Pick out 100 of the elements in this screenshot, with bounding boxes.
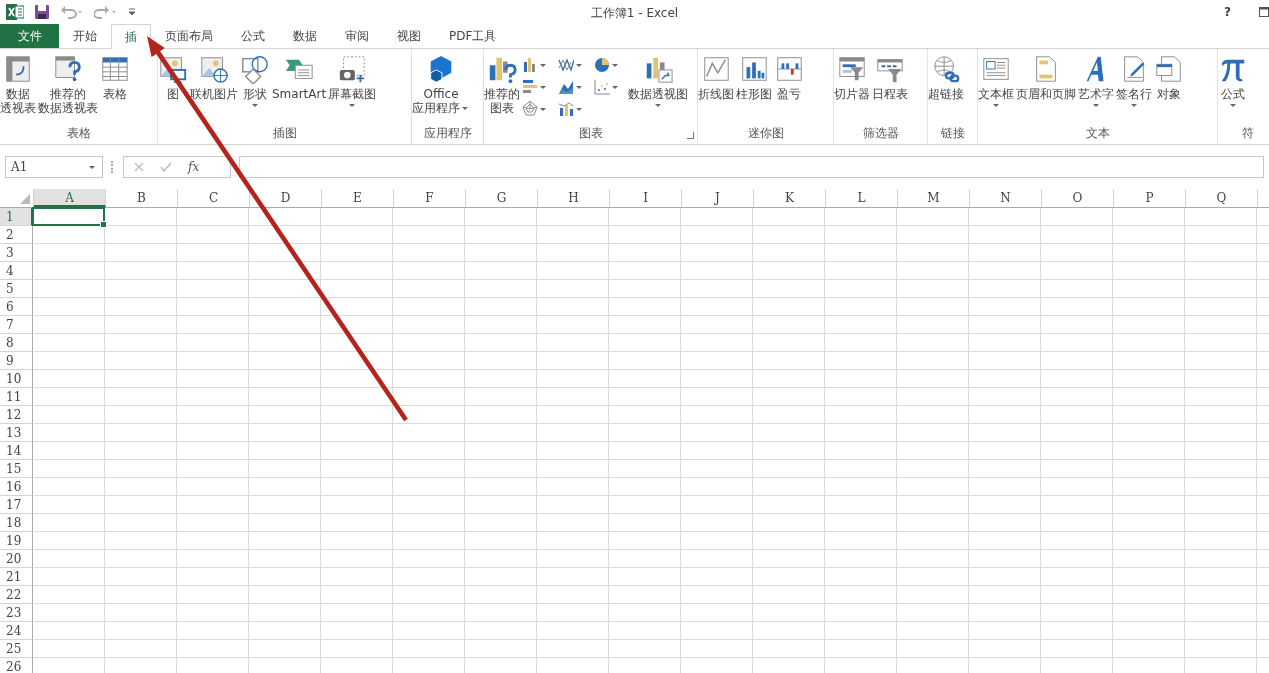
column-header[interactable]: H bbox=[538, 189, 610, 207]
row-header[interactable]: 25 bbox=[0, 640, 33, 658]
column-header[interactable]: K bbox=[754, 189, 826, 207]
selected-cell[interactable] bbox=[32, 207, 105, 226]
row-header[interactable]: 7 bbox=[0, 316, 33, 334]
ribbon-button[interactable]: 推荐的 数据透视表 bbox=[38, 52, 98, 117]
row-header[interactable]: 18 bbox=[0, 514, 33, 532]
line-chart-icon bbox=[558, 56, 574, 74]
ribbon-button[interactable]: 超链接 bbox=[928, 52, 964, 103]
row-header[interactable]: 16 bbox=[0, 478, 33, 496]
column-header[interactable]: A bbox=[34, 189, 106, 207]
column-header[interactable]: J bbox=[682, 189, 754, 207]
column-header[interactable]: I bbox=[610, 189, 682, 207]
ribbon-button[interactable]: 数据 透视表 bbox=[0, 52, 36, 117]
window-restore-icon[interactable] bbox=[1259, 7, 1269, 17]
ribbon-tab[interactable]: 公式 bbox=[227, 24, 279, 48]
ribbon-tab[interactable]: 开始 bbox=[59, 24, 111, 48]
column-header[interactable]: F bbox=[394, 189, 466, 207]
ribbon-button[interactable]: 艺术字 bbox=[1078, 52, 1114, 111]
ribbon-button[interactable]: 数据透视图 bbox=[628, 52, 688, 111]
check-icon[interactable] bbox=[160, 162, 172, 172]
column-header[interactable]: L bbox=[826, 189, 898, 207]
group-label: 图表 bbox=[578, 126, 603, 140]
column-header[interactable]: M bbox=[898, 189, 970, 207]
row-header[interactable]: 20 bbox=[0, 550, 33, 568]
group-label: 符 bbox=[1241, 126, 1254, 140]
help-button[interactable]: ? bbox=[1224, 5, 1231, 19]
group-label: 插图 bbox=[272, 126, 297, 140]
row-header[interactable]: 4 bbox=[0, 262, 33, 280]
save-icon[interactable] bbox=[34, 4, 50, 20]
row-header[interactable]: 17 bbox=[0, 496, 33, 514]
row-header[interactable]: 12 bbox=[0, 406, 33, 424]
ribbon-tab[interactable]: 视图 bbox=[383, 24, 435, 48]
column-header[interactable]: O bbox=[1042, 189, 1114, 207]
ribbon-button[interactable]: 对象 bbox=[1154, 52, 1184, 103]
formula-input[interactable] bbox=[239, 156, 1264, 178]
group-label: 表格 bbox=[66, 126, 91, 140]
column-header[interactable]: E bbox=[322, 189, 394, 207]
column-chart-icon bbox=[522, 56, 538, 74]
insert-function-button[interactable]: fx bbox=[188, 160, 200, 174]
combo-chart-icon bbox=[558, 100, 574, 118]
column-header[interactable]: B bbox=[106, 189, 178, 207]
ribbon-button[interactable]: 页眉和页脚 bbox=[1016, 52, 1076, 103]
row-header[interactable]: 14 bbox=[0, 442, 33, 460]
ribbon-button[interactable]: 折线图 bbox=[698, 52, 734, 103]
row-header[interactable]: 6 bbox=[0, 298, 33, 316]
group-label: 文本 bbox=[1085, 126, 1110, 140]
excel-logo-icon[interactable] bbox=[6, 4, 24, 20]
row-header[interactable]: 26 bbox=[0, 658, 33, 673]
ribbon-button[interactable]: 屏幕截图 bbox=[328, 52, 377, 111]
row-header[interactable]: 3 bbox=[0, 244, 33, 262]
ribbon-tab[interactable]: 插 bbox=[111, 24, 151, 49]
ribbon-button[interactable]: 日程表 bbox=[872, 52, 908, 103]
row-header[interactable]: 9 bbox=[0, 352, 33, 370]
ribbon-button[interactable]: SmartArt bbox=[272, 52, 327, 103]
row-header[interactable]: 15 bbox=[0, 460, 33, 478]
ribbon-button[interactable]: Office 应用程序 bbox=[412, 52, 470, 117]
ribbon-button[interactable]: 公式 bbox=[1218, 52, 1248, 111]
group-label: 筛选器 bbox=[862, 126, 899, 140]
column-header[interactable]: N bbox=[970, 189, 1042, 207]
file-tab[interactable]: 文件 bbox=[0, 24, 59, 48]
row-header[interactable]: 13 bbox=[0, 424, 33, 442]
row-header[interactable]: 22 bbox=[0, 586, 33, 604]
row-header[interactable]: 24 bbox=[0, 622, 33, 640]
hyperlink-icon bbox=[931, 54, 961, 84]
ribbon-button[interactable]: 柱形图 bbox=[736, 52, 772, 103]
customize-toolbar-icon[interactable] bbox=[128, 7, 136, 17]
ribbon-button[interactable]: 联机图片 bbox=[190, 52, 238, 103]
row-header[interactable]: 10 bbox=[0, 370, 33, 388]
ribbon-button[interactable]: 表格 bbox=[100, 52, 130, 103]
ribbon-button[interactable]: 形状 bbox=[240, 52, 270, 111]
ribbon-button[interactable]: 切片器 bbox=[834, 52, 870, 103]
online-picture-icon bbox=[199, 54, 229, 84]
row-header[interactable]: 5 bbox=[0, 280, 33, 298]
row-header[interactable]: 21 bbox=[0, 568, 33, 586]
column-header[interactable]: G bbox=[466, 189, 538, 207]
radar-chart-icon bbox=[522, 100, 538, 118]
shapes-icon bbox=[240, 54, 270, 84]
row-header[interactable]: 8 bbox=[0, 334, 33, 352]
group-label: 迷你图 bbox=[747, 126, 784, 140]
row-header[interactable]: 1 bbox=[0, 208, 33, 226]
ribbon-button[interactable]: 文本框 bbox=[978, 52, 1014, 111]
line-chart-icon bbox=[701, 54, 731, 84]
row-header[interactable]: 19 bbox=[0, 532, 33, 550]
ribbon-tab[interactable]: 审阅 bbox=[331, 24, 383, 48]
ribbon-tab[interactable]: 页面布局 bbox=[151, 24, 227, 48]
pie-chart-icon bbox=[594, 56, 610, 74]
row-header[interactable]: 23 bbox=[0, 604, 33, 622]
name-box[interactable]: A1 bbox=[5, 156, 103, 178]
ribbon-button[interactable]: 签名行 bbox=[1116, 52, 1152, 111]
row-header[interactable]: 2 bbox=[0, 226, 33, 244]
ribbon-button[interactable]: 推荐的 图表 bbox=[484, 52, 520, 117]
dialog-launcher-icon[interactable] bbox=[687, 132, 694, 139]
column-header[interactable]: Q bbox=[1186, 189, 1258, 207]
column-header[interactable]: P bbox=[1114, 189, 1186, 207]
ribbon-button[interactable]: 盈亏 bbox=[774, 52, 804, 103]
ribbon-tab[interactable]: PDF工具 bbox=[435, 24, 511, 48]
row-header[interactable]: 11 bbox=[0, 388, 33, 406]
ribbon-tab[interactable]: 数据 bbox=[279, 24, 331, 48]
pivot-question-icon bbox=[53, 54, 83, 84]
